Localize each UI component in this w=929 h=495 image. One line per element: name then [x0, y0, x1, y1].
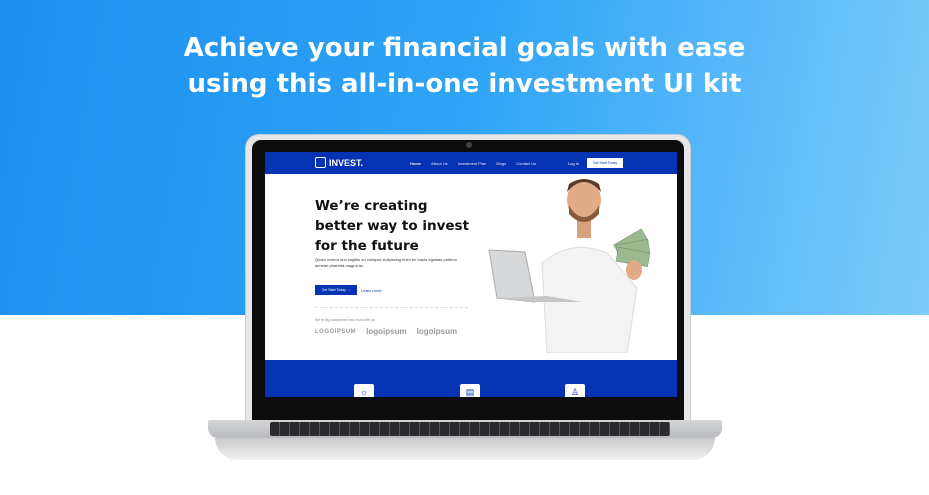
brand-name: INVEST. [329, 157, 364, 168]
partner-logo: LOGOIPSUM [315, 328, 357, 335]
partner-logo: logoipsum [366, 327, 407, 336]
laptop-shadow [215, 438, 715, 460]
person-icon: ♙ [565, 384, 585, 397]
hero-text: Quam viverra orci sagittis eu volutpat. … [315, 257, 457, 268]
learn-more-link[interactable]: Learn more [361, 288, 381, 293]
site-navbar: INVEST. Home About Us Investment Plan Bl… [265, 152, 677, 174]
hero-person-image [488, 179, 651, 353]
brand-icon [315, 157, 326, 168]
chart-icon: ▤ [460, 384, 480, 397]
nav-home[interactable]: Home [410, 161, 421, 166]
cta-button[interactable]: Get Start Today [587, 158, 623, 168]
nav-plan[interactable]: Investment Plan [458, 161, 487, 166]
headline: Achieve your financial goals with ease u… [0, 30, 929, 102]
headline-line-1: Achieve your financial goals with ease [183, 33, 746, 63]
headline-line-2: using this all-in-one investment UI kit [187, 69, 742, 99]
hero-title: We’re creating better way to invest for … [315, 198, 470, 254]
login-link[interactable]: Log In [568, 161, 579, 166]
partner-logos: LOGOIPSUM logoipsum logoipsum [315, 327, 457, 336]
laptop-keyboard [270, 422, 670, 436]
nav-blogs[interactable]: Blogs [496, 161, 506, 166]
site-logo[interactable]: INVEST. [315, 157, 363, 168]
get-started-button[interactable]: Get Start Today → [315, 285, 357, 295]
nav-about[interactable]: About Us [431, 161, 447, 166]
lightbulb-icon: ☼ [354, 384, 374, 397]
trust-text: We're big companies who trust with us: [315, 318, 376, 322]
partner-logo: logoipsum [416, 327, 458, 336]
camera-icon [466, 142, 472, 148]
divider [315, 307, 468, 308]
nav-contact[interactable]: Contact Us [516, 161, 536, 166]
website-screen: INVEST. Home About Us Investment Plan Bl… [265, 152, 677, 397]
